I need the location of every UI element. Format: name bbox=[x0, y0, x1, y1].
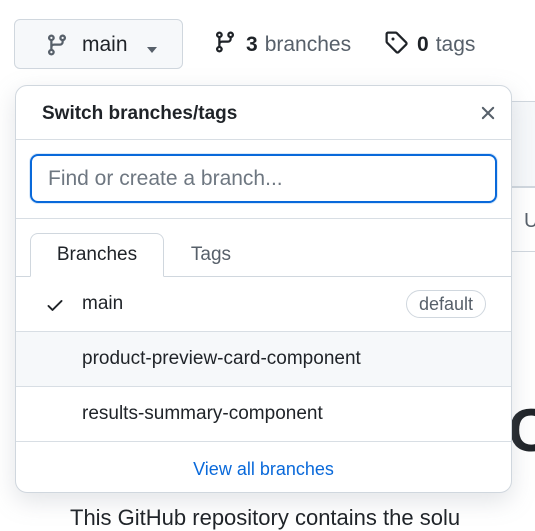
git-branch-icon bbox=[213, 30, 237, 60]
branch-list: main default product-preview-card-compon… bbox=[16, 277, 511, 442]
tag-icon bbox=[384, 30, 408, 60]
git-branch-icon bbox=[45, 33, 69, 62]
check-icon bbox=[45, 295, 65, 321]
close-icon[interactable] bbox=[477, 102, 499, 129]
background-readme-heading: C bbox=[508, 397, 535, 464]
default-badge: default bbox=[405, 290, 486, 318]
branch-select-button[interactable]: main bbox=[14, 19, 183, 69]
tags-count: 0 bbox=[417, 33, 429, 56]
branches-word: branches bbox=[264, 33, 352, 56]
branches-count: 3 bbox=[246, 33, 258, 56]
branch-list-item[interactable]: results-summary-component bbox=[16, 387, 511, 442]
branch-name: main bbox=[82, 293, 124, 314]
background-column-label: U bbox=[524, 210, 535, 232]
tab-tags[interactable]: Tags bbox=[166, 233, 256, 277]
branch-search-input[interactable] bbox=[30, 154, 497, 203]
branch-name: results-summary-component bbox=[82, 403, 323, 424]
dropdown-title: Switch branches/tags bbox=[42, 103, 238, 124]
branch-list-item[interactable]: main default bbox=[16, 277, 511, 332]
triangle-down-icon bbox=[146, 41, 158, 59]
background-readme-text: This GitHub repository contains the solu bbox=[70, 505, 461, 530]
dropdown-tabs: Branches Tags bbox=[16, 218, 511, 277]
view-all-branches-link[interactable]: View all branches bbox=[193, 459, 334, 480]
branch-list-item[interactable]: product-preview-card-component bbox=[16, 332, 511, 387]
tags-count-link[interactable]: 0 tags bbox=[384, 30, 475, 60]
branch-switcher-dropdown: Switch branches/tags Branches Tags main … bbox=[15, 85, 512, 493]
branch-select-label: main bbox=[82, 33, 128, 56]
branches-count-link[interactable]: 3 branches bbox=[213, 30, 351, 60]
branch-name: product-preview-card-component bbox=[82, 348, 361, 369]
tags-word: tags bbox=[435, 33, 476, 56]
dropdown-footer: View all branches bbox=[16, 442, 511, 492]
dropdown-header: Switch branches/tags bbox=[16, 86, 511, 140]
tab-branches[interactable]: Branches bbox=[30, 233, 164, 277]
search-section bbox=[16, 139, 511, 219]
